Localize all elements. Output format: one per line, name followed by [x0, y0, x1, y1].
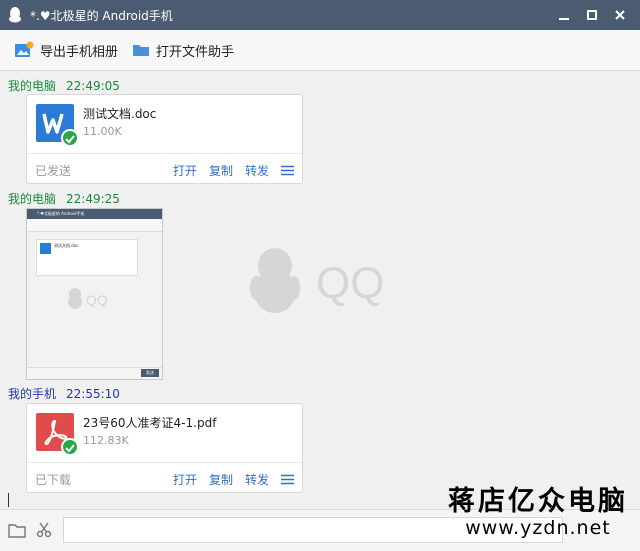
- sender-name: 我的电脑: [8, 192, 57, 206]
- thumb-qq-text: QQ: [86, 292, 108, 308]
- minimize-icon: [559, 18, 569, 20]
- open-file-helper-button[interactable]: 打开文件助手: [132, 41, 234, 60]
- minimize-button[interactable]: [550, 0, 578, 30]
- export-album-button[interactable]: 导出手机相册: [14, 41, 118, 60]
- check-icon: [61, 129, 79, 147]
- close-button[interactable]: [606, 0, 634, 30]
- text-cursor: [8, 493, 9, 507]
- divider: [27, 153, 302, 154]
- hamburger-menu-icon[interactable]: [281, 165, 294, 176]
- folder-icon: [133, 45, 150, 56]
- divider: [27, 462, 302, 463]
- pdf-icon: [36, 413, 79, 456]
- message-sender: 我的电脑 22:49:25: [8, 190, 120, 207]
- site-name: 蒋店亿众电脑: [448, 486, 628, 517]
- check-icon: [61, 438, 79, 456]
- photo-export-icon: [15, 41, 34, 57]
- message-time: 22:55:10: [66, 387, 120, 401]
- maximize-button[interactable]: [578, 0, 606, 30]
- image-message-thumbnail[interactable]: *.♥北极星的 Android手机 测试文档.doc QQ 发送: [26, 208, 163, 380]
- file-size: 112.83K: [83, 434, 129, 447]
- copy-link[interactable]: 复制: [209, 162, 233, 179]
- hamburger-menu-icon[interactable]: [281, 474, 294, 485]
- export-album-label: 导出手机相册: [40, 44, 119, 60]
- qq-watermark: QQ: [248, 246, 398, 320]
- qq-penguin-watermark-icon: QQ: [68, 288, 108, 309]
- transfer-status: 已发送: [35, 164, 72, 178]
- title-bar: *.♥北极星的 Android手机: [0, 0, 640, 30]
- copy-link[interactable]: 复制: [209, 471, 233, 488]
- word-doc-icon: [36, 104, 79, 147]
- folder-icon[interactable]: [8, 522, 26, 538]
- file-name: 测试文档.doc: [83, 107, 157, 121]
- open-link[interactable]: 打开: [173, 471, 197, 488]
- maximize-icon: [587, 10, 597, 20]
- qq-penguin-icon: [9, 7, 21, 23]
- forward-link[interactable]: 转发: [245, 471, 269, 488]
- file-message-card[interactable]: 测试文档.doc 11.00K 已发送 打开 复制 转发: [26, 94, 303, 184]
- toolbar: 导出手机相册 打开文件助手: [0, 30, 640, 71]
- thumb-file-card: 测试文档.doc: [36, 239, 138, 276]
- close-icon: [615, 10, 625, 20]
- scissors-icon[interactable]: [36, 522, 52, 538]
- message-time: 22:49:25: [66, 192, 120, 206]
- message-time: 22:49:05: [66, 79, 120, 93]
- thumb-title: *.♥北极星的 Android手机: [27, 209, 162, 219]
- site-url: www.yzdn.net: [465, 517, 611, 539]
- open-link[interactable]: 打开: [173, 162, 197, 179]
- thumb-input-bar: 发送: [27, 367, 162, 379]
- site-watermark: 蒋店亿众电脑 www.yzdn.net: [440, 486, 636, 540]
- file-name: 23号60人准考证4-1.pdf: [83, 416, 217, 430]
- open-file-helper-label: 打开文件助手: [156, 44, 235, 60]
- file-message-card[interactable]: 23号60人准考证4-1.pdf 112.83K 已下载 打开 复制 转发: [26, 403, 303, 493]
- qq-penguin-watermark-icon: QQ: [250, 248, 384, 313]
- thumb-send-button: 发送: [141, 369, 159, 377]
- message-sender: 我的手机 22:55:10: [8, 385, 120, 402]
- transfer-status: 已下载: [35, 473, 72, 487]
- thumb-toolbar: [27, 219, 162, 232]
- sender-name: 我的手机: [8, 387, 57, 401]
- message-sender: 我的电脑 22:49:05: [8, 77, 120, 94]
- forward-link[interactable]: 转发: [245, 162, 269, 179]
- chat-area[interactable]: QQ 我的电脑 22:49:05 测试文档.doc 11.00K 已发送 打开 复…: [0, 71, 640, 509]
- thumb-file-name: 测试文档.doc: [54, 243, 79, 248]
- sender-name: 我的电脑: [8, 79, 57, 93]
- word-doc-icon: [40, 243, 51, 254]
- qq-watermark-text: QQ: [316, 259, 384, 308]
- window-title: *.♥北极星的 Android手机: [30, 8, 173, 23]
- file-size: 11.00K: [83, 125, 122, 138]
